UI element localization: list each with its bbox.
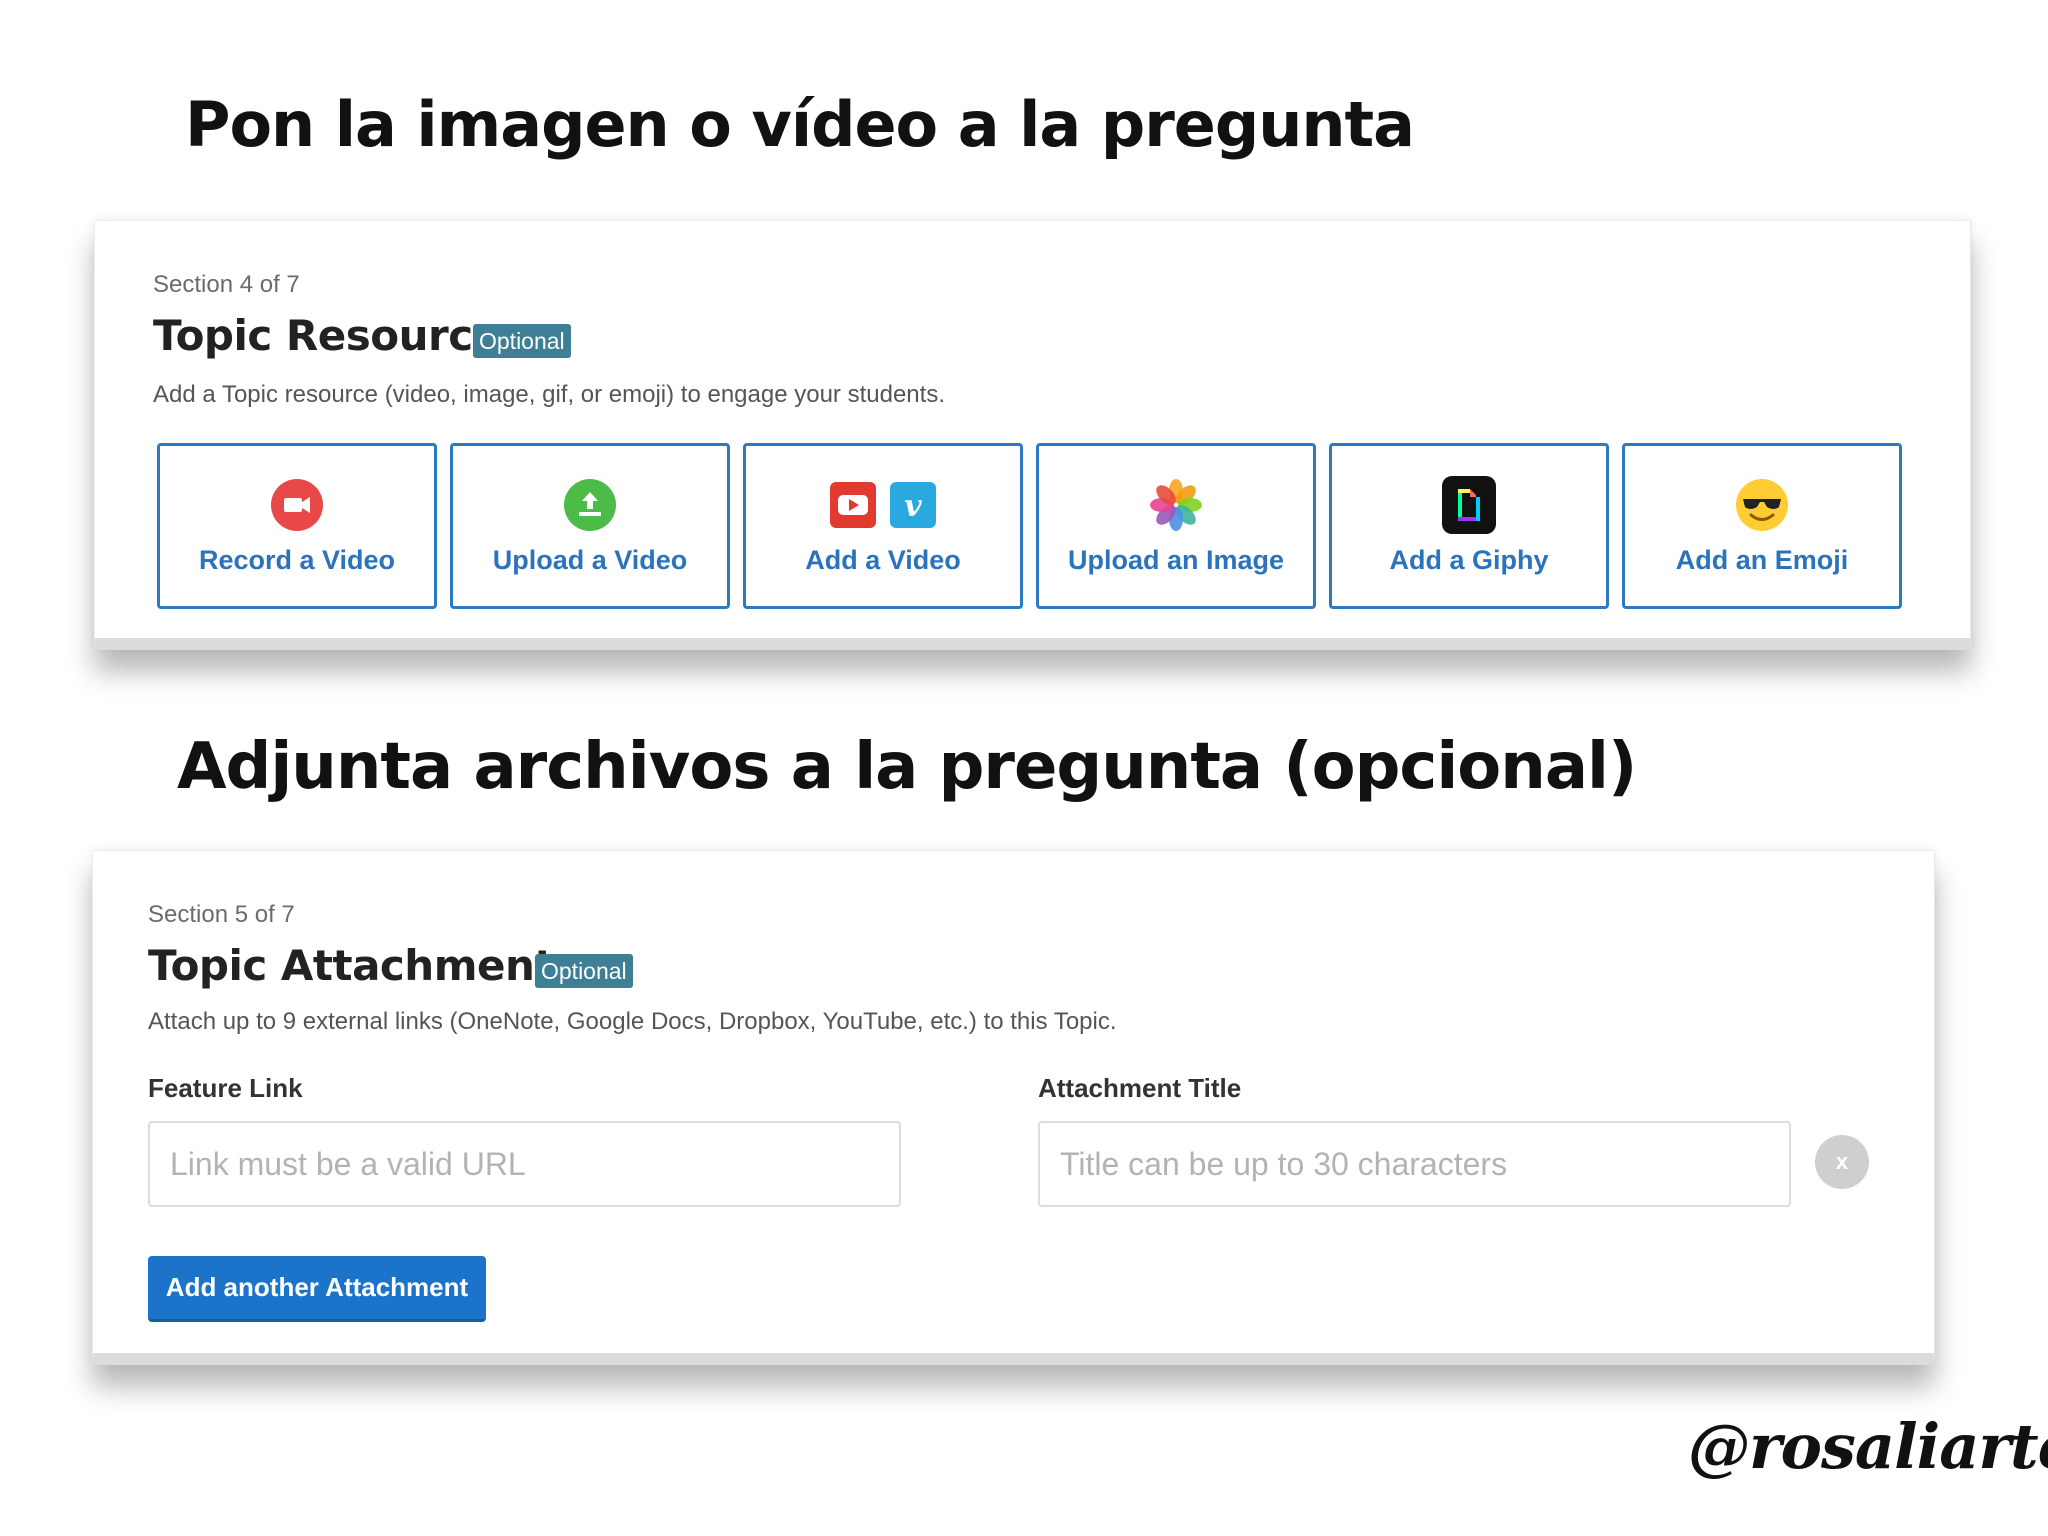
topic-resource-panel: Section 4 of 7 Topic Resource Optional A… — [94, 220, 1971, 650]
button-label: Upload an Image — [1067, 544, 1285, 575]
add-video-button[interactable]: v Add a Video — [743, 443, 1023, 609]
close-icon: x — [1835, 1149, 1849, 1174]
upload-video-button[interactable]: Upload a Video — [450, 443, 730, 609]
optional-badge: Optional — [535, 954, 633, 988]
section-description: Attach up to 9 external links (OneNote, … — [148, 1008, 1117, 1035]
remove-attachment-button[interactable]: x — [1815, 1135, 1869, 1189]
attachment-title-label: Attachment Title — [1038, 1073, 1242, 1103]
section-title: Topic Attachments — [148, 941, 579, 990]
watermark: @rosaliarte — [1688, 1410, 2048, 1483]
section-title: Topic Resource — [153, 311, 501, 360]
section-count: Section 4 of 7 — [153, 271, 300, 298]
section-description: Add a Topic resource (video, image, gif,… — [153, 381, 945, 408]
button-label: Add a Video — [805, 544, 961, 575]
attachment-title-input[interactable] — [1038, 1121, 1791, 1207]
heading-topic-resource: Pon la imagen o vídeo a la pregunta — [185, 88, 1415, 161]
resource-button-row: Record a Video Upload a Video v Add a Vi… — [157, 443, 1902, 609]
feature-link-input[interactable] — [148, 1121, 901, 1207]
sunglasses-emoji-icon — [1736, 478, 1788, 531]
svg-text:v: v — [904, 489, 922, 524]
button-label: Record a Video — [198, 544, 396, 575]
button-label: Add an Emoji — [1675, 544, 1849, 575]
vimeo-icon: v — [890, 481, 936, 528]
feature-link-label: Feature Link — [148, 1073, 303, 1103]
button-label: Add a Giphy — [1389, 544, 1549, 575]
button-label: Upload a Video — [492, 544, 688, 575]
add-giphy-button[interactable]: Add a Giphy — [1329, 443, 1609, 609]
photos-icon — [1150, 478, 1202, 531]
section-count: Section 5 of 7 — [148, 901, 295, 928]
topic-attachments-panel: Section 5 of 7 Topic Attachments Optiona… — [92, 850, 1935, 1365]
upload-video-icon — [564, 478, 616, 531]
add-emoji-button[interactable]: Add an Emoji — [1622, 443, 1902, 609]
optional-badge: Optional — [473, 324, 571, 358]
record-video-button[interactable]: Record a Video — [157, 443, 437, 609]
upload-image-button[interactable]: Upload an Image — [1036, 443, 1316, 609]
giphy-icon — [1442, 475, 1496, 534]
heading-topic-attachments: Adjunta archivos a la pregunta (opcional… — [177, 730, 1637, 804]
youtube-icon — [830, 481, 876, 528]
record-video-icon — [271, 478, 323, 531]
add-another-attachment-button[interactable]: Add another Attachment — [148, 1256, 486, 1322]
